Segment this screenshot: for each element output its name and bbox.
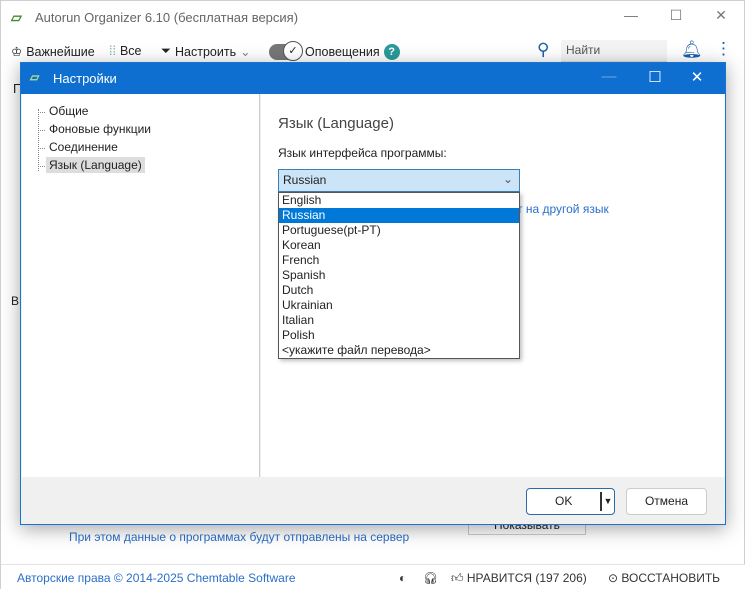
chevron-down-icon: ⌄ [502, 172, 513, 186]
grid-dots-icon: ⁞⁞ [109, 44, 116, 58]
settings-dialog: ▱ Настройки — ☐ ✕ Общие Фоновые функции … [20, 62, 726, 525]
app-logo-icon: ▱ [11, 9, 22, 25]
bell-icon[interactable]: 🔔︎ [681, 40, 703, 60]
cancel-button[interactable]: Отмена [626, 488, 707, 515]
tree-lines [38, 109, 39, 171]
window-title: Autorun Organizer 6.10 (бесплатная верси… [35, 10, 299, 25]
important-label: Важнейшие [26, 44, 95, 59]
title-bar: ▱ Autorun Organizer 6.10 (бесплатная вер… [1, 1, 745, 33]
translate-link[interactable]: т на другой язык [517, 202, 609, 216]
restore-label: ВОССТАНОВИТЬ [621, 571, 721, 585]
more-menu-icon[interactable]: ⋮ [715, 39, 732, 59]
configure-button[interactable]: ⏷ Настроить ⌄ [161, 44, 251, 59]
maximize-button[interactable]: ☐ [661, 7, 691, 27]
theme-icon[interactable]: ◐ [399, 571, 406, 585]
dialog-title: Настройки [53, 71, 117, 86]
tree-item-language[interactable]: Язык (Language) [38, 157, 145, 173]
selected-language: Russian [283, 173, 327, 187]
language-option[interactable]: Italian [279, 313, 519, 328]
language-dropdown-list: English Russian Portuguese(pt-PT) Korean Fre… [278, 192, 520, 359]
notifications-toggle[interactable]: ✓ Оповещения? [269, 41, 400, 61]
minimize-button[interactable]: — [616, 7, 646, 27]
dialog-close-button[interactable]: ✕ [683, 68, 711, 86]
important-button[interactable]: ♔ Важнейшие [11, 44, 95, 60]
ok-label: OK [555, 494, 573, 508]
copyright-link[interactable]: Авторские права © 2014-2025 Chemtable So… [17, 571, 296, 585]
restore-button[interactable]: ⊙ ВОССТАНОВИТЬ [608, 571, 720, 585]
notifications-label: Оповещения [305, 45, 380, 59]
language-option[interactable]: Portuguese(pt-PT) [279, 223, 519, 238]
dropdown-arrow-icon[interactable]: ▼ [600, 492, 614, 511]
tree-label: Соединение [49, 140, 118, 154]
language-option[interactable]: Ukrainian [279, 298, 519, 313]
language-option[interactable]: Dutch [279, 283, 519, 298]
crown-icon: ♔ [11, 45, 23, 59]
dialog-title-bar: ▱ Настройки — ☐ ✕ [21, 63, 725, 94]
ok-button[interactable]: OK ▼ [526, 488, 615, 515]
tree-label: Общие [49, 104, 89, 118]
settings-tree: Общие Фоновые функции Соединение Язык (L… [22, 94, 260, 477]
search-input[interactable]: Найти [561, 40, 667, 62]
status-bar: Авторские права © 2014-2025 Chemtable So… [1, 564, 745, 590]
headset-icon[interactable]: 🎧︎ [423, 571, 438, 585]
search-icon[interactable]: ⚲ [537, 40, 549, 60]
configure-label: Настроить [175, 44, 237, 59]
language-option[interactable]: Polish [279, 328, 519, 343]
tree-item-background[interactable]: Фоновые функции [38, 122, 154, 136]
language-option[interactable]: <укажите файл перевода> [279, 343, 519, 358]
dialog-minimize-button[interactable]: — [595, 68, 623, 85]
language-option[interactable]: English [279, 193, 519, 208]
app-logo-icon: ▱ [30, 70, 40, 84]
tree-label: Язык (Language) [46, 157, 145, 173]
thumbs-up-icon: 👍︎ [451, 571, 464, 585]
info-text: При этом данные о программах будут отпра… [69, 530, 410, 544]
like-button[interactable]: 👍︎ НРАВИТСЯ (197 206) [451, 571, 587, 586]
section-title: Язык (Language) [278, 115, 394, 132]
chevron-down-icon: ⌄ [240, 45, 251, 59]
close-button[interactable]: ✕ [706, 7, 736, 27]
restore-icon: ⊙ [608, 571, 619, 585]
language-select[interactable]: Russian ⌄ [278, 169, 520, 192]
likes-label: НРАВИТСЯ (197 206) [466, 571, 587, 585]
dialog-maximize-button[interactable]: ☐ [641, 68, 669, 86]
tree-label: Фоновые функции [49, 122, 151, 136]
language-option[interactable]: Spanish [279, 268, 519, 283]
tree-item-connection[interactable]: Соединение [38, 140, 121, 154]
filter-icon: ⏷ [161, 44, 172, 58]
language-option[interactable]: French [279, 253, 519, 268]
help-icon[interactable]: ? [383, 44, 400, 60]
language-option[interactable]: Russian [279, 208, 519, 223]
language-label: Язык интерфейса программы: [278, 146, 447, 160]
language-option[interactable]: Korean [279, 238, 519, 253]
tree-item-general[interactable]: Общие [38, 104, 91, 118]
all-label: Все [119, 44, 142, 58]
toggle-icon: ✓ [269, 41, 303, 61]
all-button[interactable]: ⁞⁞ Все [109, 44, 142, 58]
